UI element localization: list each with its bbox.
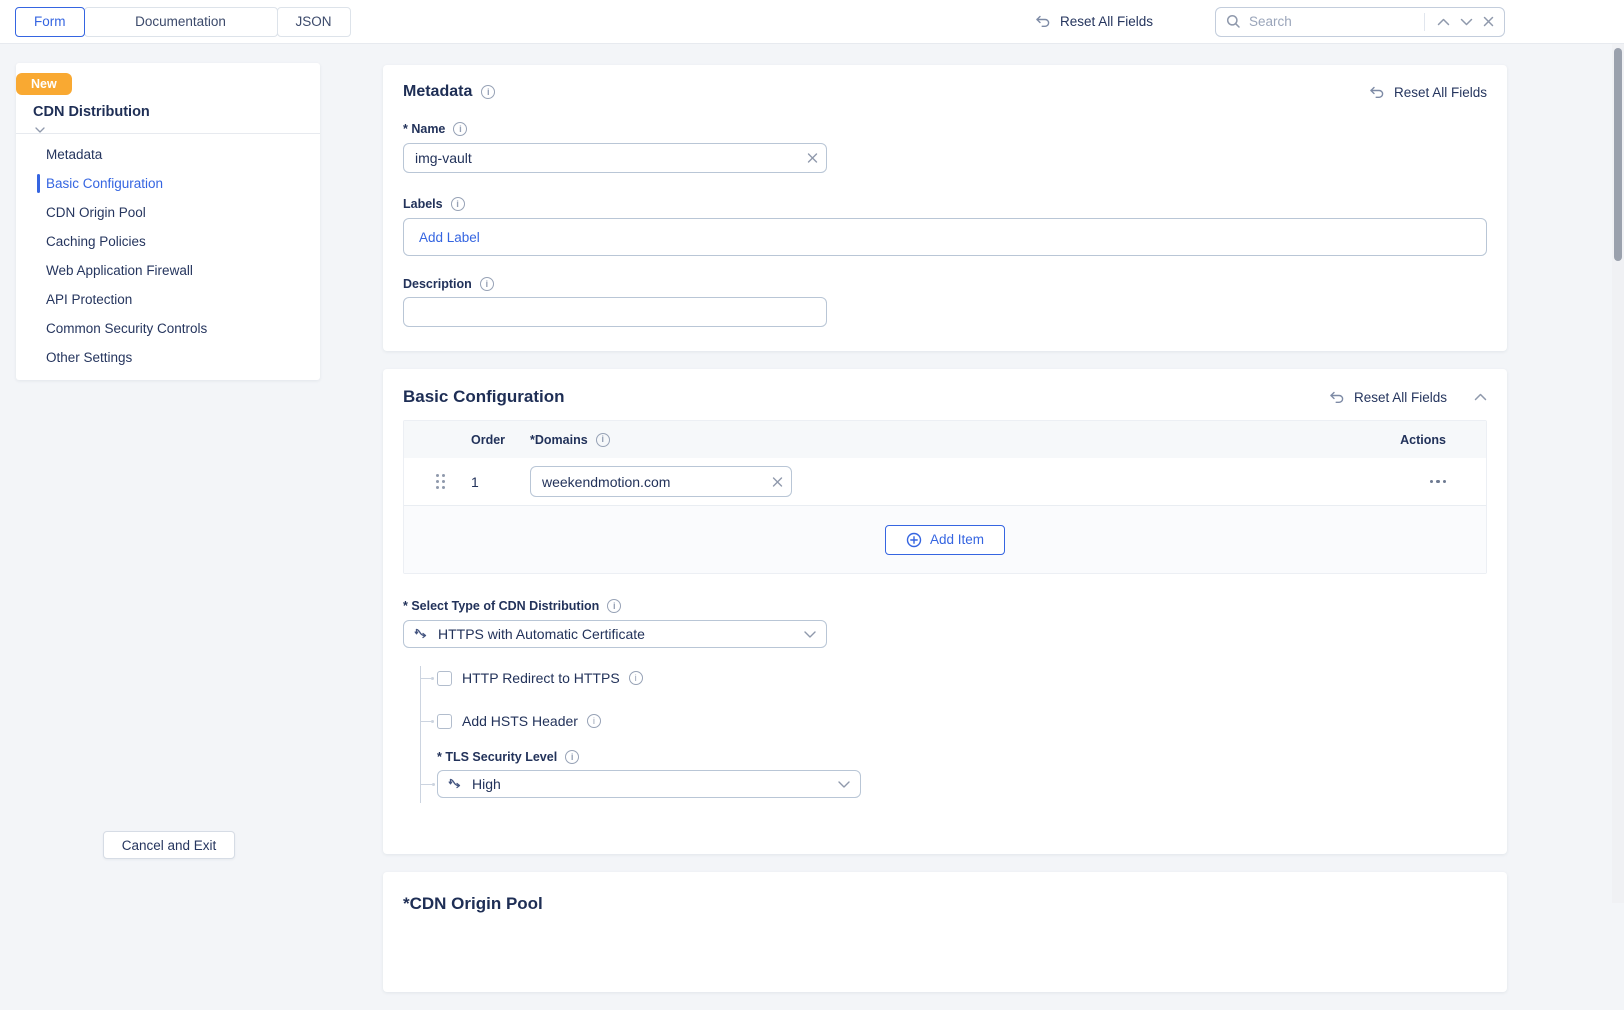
add-label-button[interactable]: Add Label (419, 230, 480, 245)
order-column-header: Order (471, 433, 505, 447)
view-tabs: Form Documentation JSON (16, 7, 351, 37)
reset-icon (1369, 85, 1386, 100)
hsts-label: Add HSTS Header i (462, 713, 601, 729)
domain-table-row: 1 (404, 458, 1486, 506)
cdn-type-dependent-fields: HTTP Redirect to HTTPS i Add HSTS Header… (420, 666, 1487, 798)
domain-field-wrap (530, 466, 792, 497)
http-redirect-checkbox[interactable] (437, 671, 452, 686)
add-circle-icon (906, 532, 922, 548)
info-icon[interactable]: i (453, 122, 467, 136)
actions-column-header: Actions (1400, 433, 1446, 447)
reset-icon (1035, 14, 1052, 29)
metadata-reset-all-fields-button[interactable]: Reset All Fields (1369, 85, 1487, 100)
form-navigator-sidebar: New CDN Distribution Metadata Basic Conf… (16, 63, 320, 380)
domain-input[interactable] (530, 466, 792, 497)
sidebar-nav: Metadata Basic Configuration CDN Origin … (16, 140, 320, 372)
tree-vertical-line (420, 666, 421, 803)
domains-table-header: Order *Domains i Actions (404, 421, 1486, 458)
cdn-type-select[interactable]: HTTPS with Automatic Certificate (403, 620, 827, 648)
row-order-number: 1 (471, 474, 479, 490)
tab-documentation[interactable]: Documentation (84, 7, 278, 37)
metadata-section-title: Metadata i (403, 83, 495, 101)
reset-all-fields-button[interactable]: Reset All Fields (1035, 14, 1153, 29)
info-icon[interactable]: i (451, 197, 465, 211)
topbar: Form Documentation JSON Reset All Fields (0, 0, 1624, 44)
add-item-row: Add Item (404, 506, 1486, 573)
tls-select[interactable]: High (437, 770, 861, 798)
row-more-actions-icon[interactable] (1430, 480, 1447, 484)
description-field-label: Description i (403, 277, 1487, 291)
sidebar-item-caching-policies[interactable]: Caching Policies (16, 227, 320, 256)
chevron-down-icon (804, 631, 816, 638)
hsts-row: Add HSTS Header i (437, 709, 1487, 733)
sidebar-item-metadata[interactable]: Metadata (16, 140, 320, 169)
info-icon[interactable]: i (596, 433, 610, 447)
metadata-section-card: Metadata i Reset All Fields * Name i Lab… (383, 65, 1507, 351)
collapse-chevron-down-icon[interactable] (31, 127, 49, 133)
sidebar-item-api-protection[interactable]: API Protection (16, 285, 320, 314)
search-divider (1424, 13, 1425, 31)
cdn-origin-pool-section-card: *CDN Origin Pool (383, 872, 1507, 992)
sidebar-item-cdn-origin-pool[interactable]: CDN Origin Pool (16, 198, 320, 227)
add-item-button[interactable]: Add Item (885, 525, 1005, 555)
search-close-icon[interactable] (1483, 16, 1494, 27)
tls-value: High (472, 776, 501, 792)
tls-field-label: * TLS Security Level i (437, 750, 1487, 764)
name-field-wrap (403, 143, 827, 173)
search-box (1215, 7, 1505, 37)
basic-config-reset-all-fields-button[interactable]: Reset All Fields (1329, 390, 1447, 405)
sidebar-item-basic-configuration[interactable]: Basic Configuration (16, 169, 320, 198)
clear-domain-close-icon[interactable] (772, 476, 783, 487)
cdn-origin-pool-section-title: *CDN Origin Pool (403, 894, 1487, 914)
cdn-type-field-label: * Select Type of CDN Distribution i (403, 599, 1487, 613)
reset-all-fields-label: Reset All Fields (1060, 14, 1153, 29)
info-icon[interactable]: i (565, 750, 579, 764)
http-redirect-label: HTTP Redirect to HTTPS i (462, 670, 643, 686)
cdn-type-value: HTTPS with Automatic Certificate (438, 626, 645, 642)
drag-handle-icon[interactable] (436, 474, 445, 489)
section-collapse-chevron-up-icon[interactable] (1474, 393, 1487, 401)
search-prev-chevron-up-icon[interactable] (1437, 18, 1450, 26)
domains-column-header: *Domains i (530, 433, 610, 447)
sidebar-item-web-application-firewall[interactable]: Web Application Firewall (16, 256, 320, 285)
basic-configuration-section-title: Basic Configuration (403, 387, 565, 407)
chevron-down-icon (838, 781, 850, 788)
sidebar-item-common-security-controls[interactable]: Common Security Controls (16, 314, 320, 343)
description-input[interactable] (403, 297, 827, 327)
search-icon (1226, 14, 1241, 29)
domains-table: Order *Domains i Actions 1 (403, 420, 1487, 574)
info-icon[interactable]: i (481, 85, 495, 99)
page-scrollbar[interactable] (1612, 44, 1624, 903)
hsts-checkbox[interactable] (437, 714, 452, 729)
sidebar-item-other-settings[interactable]: Other Settings (16, 343, 320, 372)
cancel-and-exit-button[interactable]: Cancel and Exit (103, 831, 235, 859)
sidebar-divider (16, 133, 320, 134)
name-input[interactable] (403, 143, 827, 173)
info-icon[interactable]: i (629, 671, 643, 685)
clear-name-close-icon[interactable] (807, 153, 818, 164)
scrollbar-thumb[interactable] (1614, 48, 1622, 261)
basic-configuration-section-card: Basic Configuration Reset All Fields Ord… (383, 369, 1507, 854)
info-icon[interactable]: i (587, 714, 601, 728)
tab-json[interactable]: JSON (277, 7, 351, 37)
search-input[interactable] (1249, 14, 1424, 29)
active-indicator-bar (37, 174, 40, 193)
tab-form[interactable]: Form (15, 7, 85, 37)
labels-box: Add Label (403, 218, 1487, 256)
labels-field-label: Labels i (403, 197, 1487, 211)
info-icon[interactable]: i (480, 277, 494, 291)
search-next-chevron-down-icon[interactable] (1460, 18, 1473, 26)
info-icon[interactable]: i (607, 599, 621, 613)
http-redirect-row: HTTP Redirect to HTTPS i (437, 666, 1487, 690)
branch-icon (448, 777, 463, 791)
main-form-area: Metadata i Reset All Fields * Name i Lab… (383, 65, 1507, 1010)
reset-icon (1329, 390, 1346, 405)
sidebar-title: CDN Distribution (33, 104, 320, 120)
new-badge: New (16, 73, 72, 95)
branch-icon (414, 627, 429, 641)
name-field-label: * Name i (403, 122, 1487, 136)
description-field-wrap (403, 297, 827, 327)
